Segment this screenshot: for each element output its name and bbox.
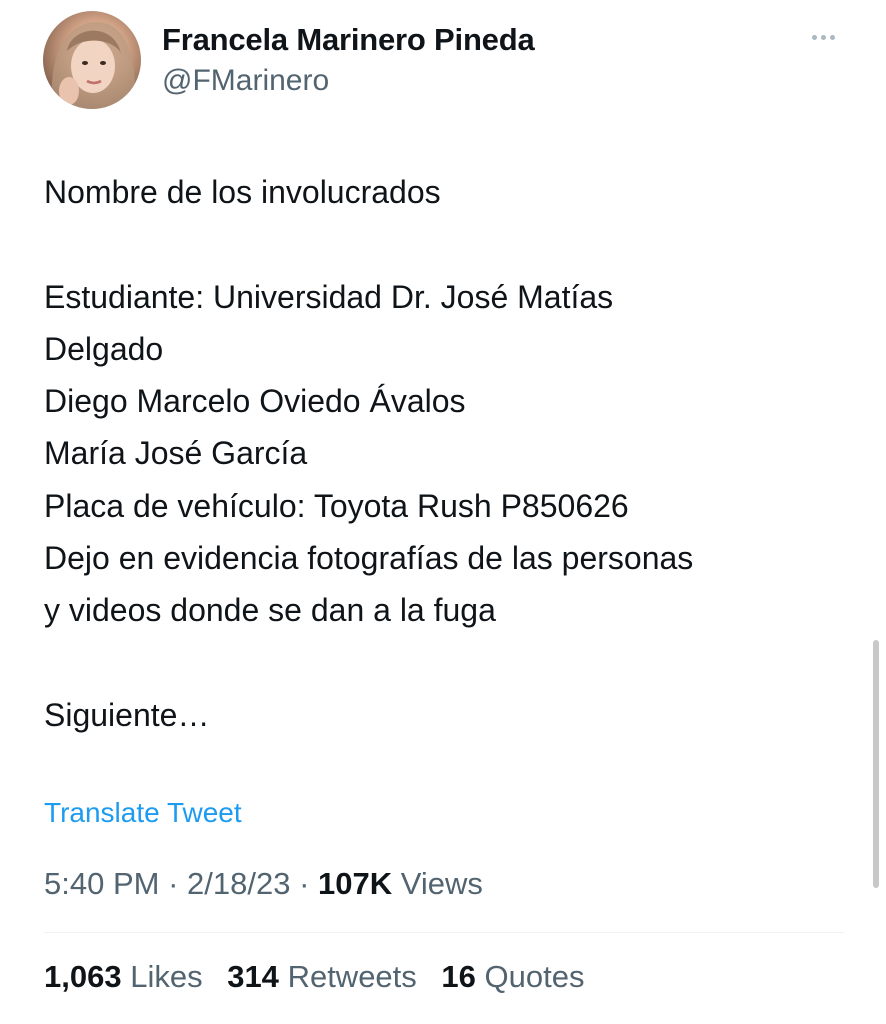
scrollbar[interactable] xyxy=(873,640,879,888)
meta-separator: · xyxy=(168,866,179,901)
retweets-stat[interactable]: 314 Retweets xyxy=(227,959,425,994)
quotes-label: Quotes xyxy=(484,959,585,994)
engagement-stats: 1,063 Likes 314 Retweets 16 Quotes xyxy=(44,959,600,995)
views-label: Views xyxy=(400,866,483,901)
meta-separator: · xyxy=(299,866,310,901)
tweet-time[interactable]: 5:40 PM xyxy=(44,866,159,901)
tweet-meta: 5:40 PM · 2/18/23 · 107K Views xyxy=(44,866,483,902)
tweet-date[interactable]: 2/18/23 xyxy=(187,866,290,901)
profile-photo xyxy=(51,22,136,109)
author-handle[interactable]: @FMarinero xyxy=(162,64,329,98)
retweets-label: Retweets xyxy=(287,959,417,994)
more-options-icon[interactable] xyxy=(806,20,840,54)
translate-tweet-link[interactable]: Translate Tweet xyxy=(44,797,242,829)
retweets-count: 314 xyxy=(227,959,279,994)
likes-count: 1,063 xyxy=(44,959,122,994)
likes-stat[interactable]: 1,063 Likes xyxy=(44,959,211,994)
dot xyxy=(811,34,817,40)
tweet-text: Nombre de los involucrados Estudiante: U… xyxy=(44,174,694,733)
quotes-stat[interactable]: 16 Quotes xyxy=(441,959,584,994)
likes-label: Likes xyxy=(130,959,203,994)
quotes-count: 16 xyxy=(441,959,476,994)
divider xyxy=(44,932,844,933)
avatar[interactable] xyxy=(43,11,141,109)
views-count: 107K xyxy=(318,866,393,901)
dot xyxy=(820,34,826,40)
dot xyxy=(829,34,835,40)
author-display-name[interactable]: Francela Marinero Pineda xyxy=(162,22,535,58)
